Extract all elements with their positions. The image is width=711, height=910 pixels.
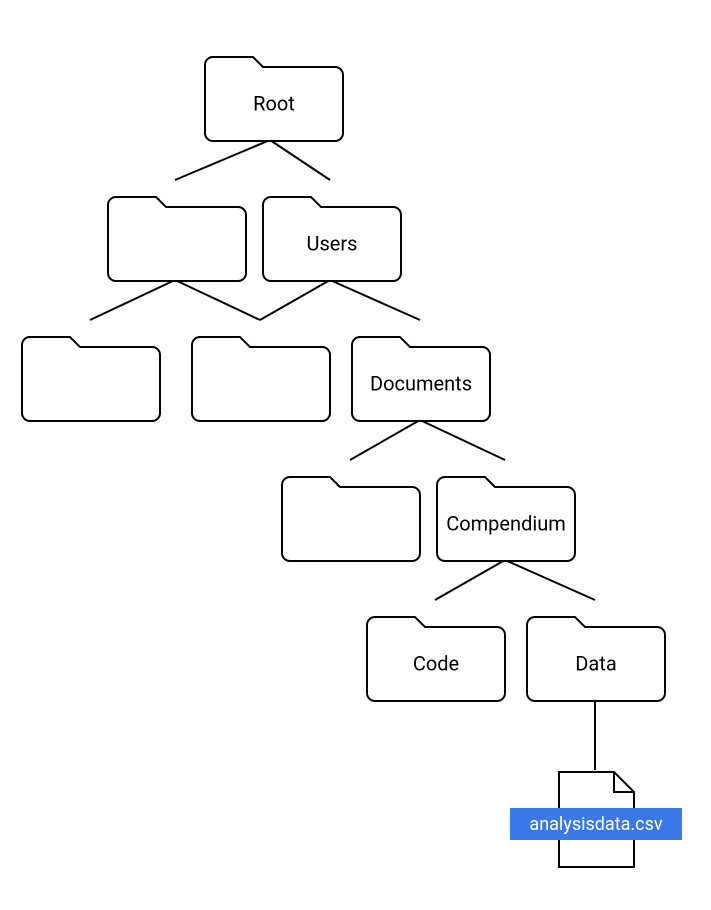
edge-documents-left bbox=[350, 420, 420, 460]
edge-users-left bbox=[260, 280, 330, 320]
edge-compendium-code bbox=[435, 560, 505, 600]
folder-level3-middle bbox=[192, 337, 330, 421]
folder-documents-label: Documents bbox=[370, 371, 472, 395]
folder-compendium: Compendium bbox=[437, 477, 575, 561]
folder-users-label: Users bbox=[307, 231, 358, 255]
edge-l2-right bbox=[175, 280, 260, 320]
folder-users: Users bbox=[263, 197, 401, 281]
file-label: analysisdata.csv bbox=[529, 814, 662, 835]
folder-data: Data bbox=[527, 617, 665, 701]
edge-documents-compendium bbox=[420, 420, 505, 460]
folder-data-label: Data bbox=[575, 651, 616, 675]
folder-root-label: Root bbox=[253, 91, 295, 115]
folder-level3-left bbox=[22, 337, 160, 421]
edge-l2-left bbox=[90, 280, 175, 320]
edge-users-documents bbox=[330, 280, 420, 320]
edge-compendium-data bbox=[505, 560, 595, 600]
folder-level4-left bbox=[282, 477, 420, 561]
edge-root-users bbox=[270, 140, 330, 180]
folder-compendium-label: Compendium bbox=[446, 511, 566, 535]
folder-root: Root bbox=[205, 57, 343, 141]
file-label-banner: analysisdata.csv bbox=[510, 808, 682, 840]
edge-root-left bbox=[175, 140, 270, 180]
folder-code-label: Code bbox=[413, 651, 459, 675]
folder-documents: Documents bbox=[352, 337, 490, 421]
folder-level2-left bbox=[108, 197, 246, 281]
directory-tree-diagram: Root Users Documents Compendium Code Dat… bbox=[0, 0, 711, 910]
folder-code: Code bbox=[367, 617, 505, 701]
